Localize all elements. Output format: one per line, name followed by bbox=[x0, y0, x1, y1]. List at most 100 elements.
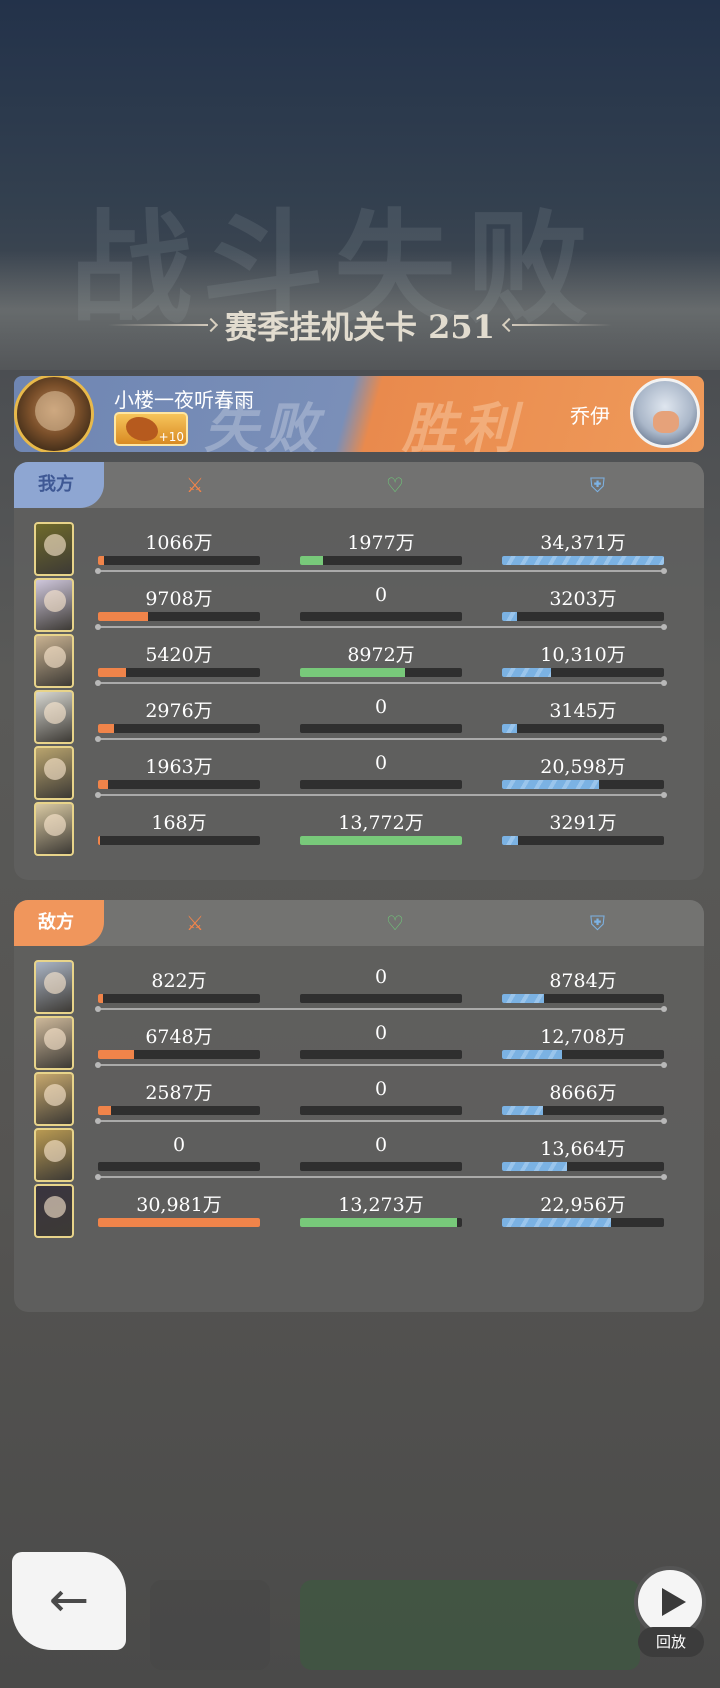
heal-bar-track bbox=[300, 668, 462, 677]
damage-value: 30,981万 bbox=[136, 1194, 222, 1216]
tank-bar-track bbox=[502, 780, 664, 789]
row-separator bbox=[95, 792, 667, 798]
heal-value: 0 bbox=[374, 1078, 388, 1100]
damage-value: 0 bbox=[172, 1134, 186, 1156]
damage-bar-track bbox=[98, 1162, 260, 1171]
heal-bar-track bbox=[300, 724, 462, 733]
heal-bar-track bbox=[300, 556, 462, 565]
heal-bar-track bbox=[300, 1050, 462, 1059]
our-team-header: 我方 ⚔ ♡ ⛨ bbox=[14, 462, 704, 508]
heal-value: 0 bbox=[374, 752, 388, 774]
tank-value: 12,708万 bbox=[540, 1026, 626, 1048]
player-name: 小楼一夜听春雨 bbox=[114, 388, 254, 412]
hero-portrait[interactable] bbox=[34, 1072, 74, 1126]
back-button[interactable]: ← bbox=[12, 1552, 126, 1650]
tank-bar-fill bbox=[502, 994, 545, 1003]
tank-bar-fill bbox=[502, 1106, 543, 1115]
tank-value: 10,310万 bbox=[540, 644, 626, 666]
enemy-name: 乔伊 bbox=[570, 404, 610, 428]
shield-icon: ⛨ bbox=[590, 473, 605, 497]
tank-value: 8666万 bbox=[549, 1082, 617, 1104]
enemy-team-header: 敌方 ⚔ ♡ ⛨ bbox=[14, 900, 704, 946]
hero-stat-row: 2976万 0 3145万 bbox=[14, 686, 704, 746]
player-rank-badge: +10 bbox=[114, 412, 188, 446]
damage-bar-track bbox=[98, 836, 260, 845]
sword-icon: ⚔ bbox=[186, 911, 204, 935]
tank-bar-fill bbox=[502, 612, 517, 621]
damage-stat: 0 bbox=[98, 1134, 260, 1174]
heal-stat: 0 bbox=[300, 1078, 462, 1118]
heal-stat: 13,273万 bbox=[300, 1190, 462, 1230]
damage-bar-fill bbox=[98, 1050, 134, 1059]
hero-portrait[interactable] bbox=[34, 578, 74, 632]
tank-bar-track bbox=[502, 994, 664, 1003]
damage-bar-track bbox=[98, 612, 260, 621]
tank-bar-fill bbox=[502, 668, 551, 677]
heart-icon: ♡ bbox=[386, 473, 404, 497]
heal-bar-track bbox=[300, 612, 462, 621]
tank-stat: 8666万 bbox=[502, 1078, 664, 1118]
tank-value: 8784万 bbox=[549, 970, 617, 992]
dragon-icon bbox=[126, 417, 158, 441]
heart-icon: ♡ bbox=[386, 911, 404, 935]
heal-bar-track bbox=[300, 994, 462, 1003]
tank-stat: 22,956万 bbox=[502, 1190, 664, 1230]
our-team-panel: 我方 ⚔ ♡ ⛨ 1066万 1977万 34,371万 9708万 0 3203万 542… bbox=[14, 462, 704, 880]
tank-value: 3291万 bbox=[549, 812, 617, 834]
tank-value: 3203万 bbox=[549, 588, 617, 610]
tank-bar-track bbox=[502, 836, 664, 845]
damage-bar-fill bbox=[98, 836, 100, 845]
tank-bar-fill bbox=[502, 780, 600, 789]
tank-stat: 34,371万 bbox=[502, 528, 664, 568]
player-avatar[interactable] bbox=[14, 376, 94, 452]
hero-stat-row: 5420万 8972万 10,310万 bbox=[14, 630, 704, 690]
hero-portrait[interactable] bbox=[34, 1184, 74, 1238]
versus-banner: 失败 胜利 小楼一夜听春雨 +10 乔伊 bbox=[14, 376, 704, 452]
heal-bar-track bbox=[300, 1106, 462, 1115]
tank-value: 3145万 bbox=[549, 700, 617, 722]
damage-bar-track bbox=[98, 994, 260, 1003]
damage-value: 5420万 bbox=[145, 644, 213, 666]
damage-bar-track bbox=[98, 1050, 260, 1059]
arrow-left-icon: ← bbox=[48, 1572, 90, 1628]
hero-portrait[interactable] bbox=[34, 690, 74, 744]
hero-stat-row: 2587万 0 8666万 bbox=[14, 1068, 704, 1128]
damage-bar-fill bbox=[98, 612, 149, 621]
damage-bar-fill bbox=[98, 668, 126, 677]
heal-stat: 0 bbox=[300, 752, 462, 792]
heal-value: 0 bbox=[374, 584, 388, 606]
damage-bar-fill bbox=[98, 1106, 111, 1115]
tank-value: 13,664万 bbox=[540, 1138, 626, 1160]
hero-portrait[interactable] bbox=[34, 960, 74, 1014]
row-separator bbox=[95, 680, 667, 686]
heal-bar-fill bbox=[300, 556, 323, 565]
damage-value: 1066万 bbox=[145, 532, 213, 554]
heal-value: 1977万 bbox=[347, 532, 415, 554]
hero-stat-row: 822万 0 8784万 bbox=[14, 956, 704, 1016]
row-separator bbox=[95, 1006, 667, 1012]
hero-portrait[interactable] bbox=[34, 746, 74, 800]
replay-label[interactable]: 回放 bbox=[638, 1627, 704, 1657]
damage-bar-fill bbox=[98, 556, 105, 565]
damage-stat: 6748万 bbox=[98, 1022, 260, 1062]
damage-value: 6748万 bbox=[145, 1026, 213, 1048]
damage-stat: 30,981万 bbox=[98, 1190, 260, 1230]
tank-bar-fill bbox=[502, 1050, 562, 1059]
damage-stat: 1066万 bbox=[98, 528, 260, 568]
hero-portrait[interactable] bbox=[34, 522, 74, 576]
hero-portrait[interactable] bbox=[34, 802, 74, 856]
hero-portrait[interactable] bbox=[34, 1016, 74, 1070]
hero-stat-row: 9708万 0 3203万 bbox=[14, 574, 704, 634]
hero-portrait[interactable] bbox=[34, 634, 74, 688]
enemy-avatar[interactable] bbox=[630, 378, 700, 448]
row-separator bbox=[95, 1062, 667, 1068]
tank-value: 22,956万 bbox=[540, 1194, 626, 1216]
heal-value: 0 bbox=[374, 1022, 388, 1044]
damage-stat: 2587万 bbox=[98, 1078, 260, 1118]
tank-bar-fill bbox=[502, 836, 519, 845]
hero-portrait[interactable] bbox=[34, 1128, 74, 1182]
row-separator bbox=[95, 568, 667, 574]
damage-value: 168万 bbox=[151, 812, 207, 834]
heal-value: 13,273万 bbox=[338, 1194, 424, 1216]
damage-bar-fill bbox=[98, 994, 103, 1003]
